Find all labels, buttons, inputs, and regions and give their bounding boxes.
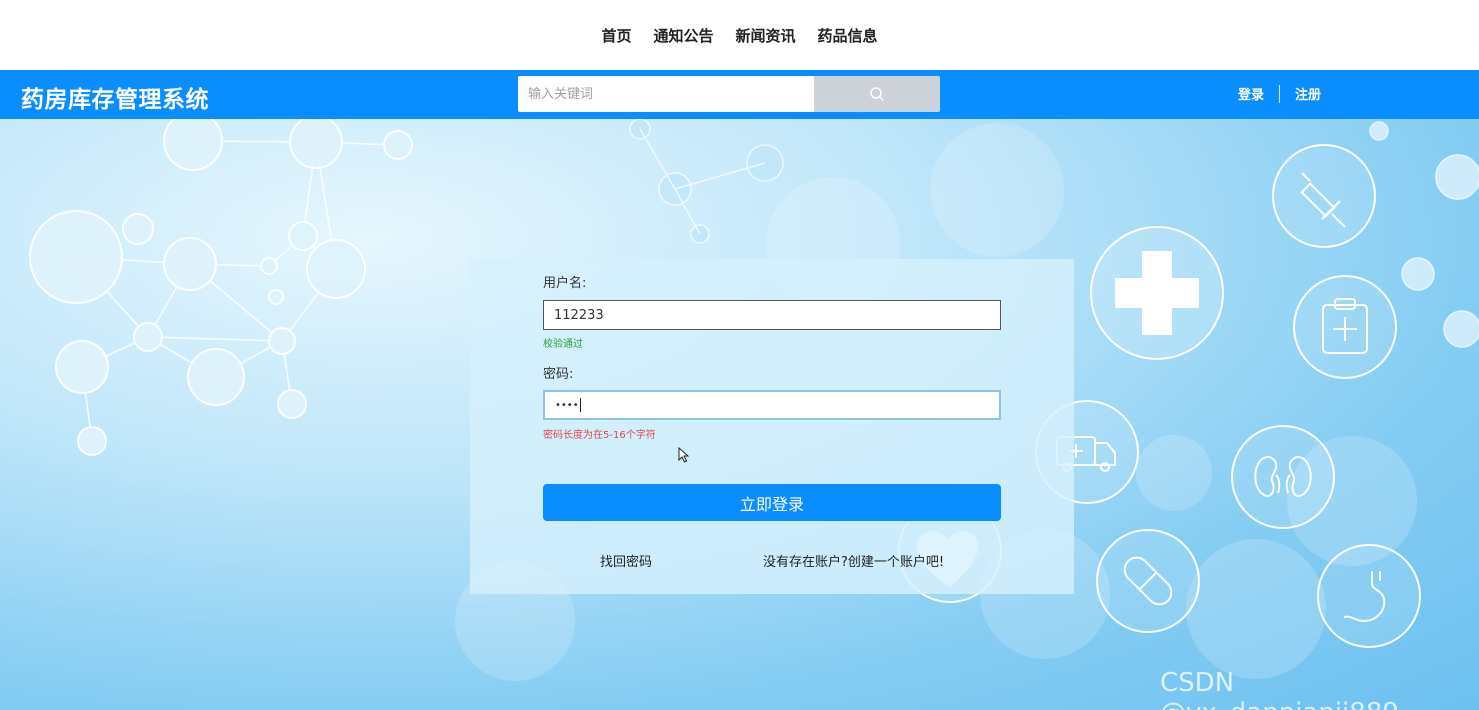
username-input[interactable]: 112233 — [543, 300, 1001, 330]
clipboard-icon — [1293, 275, 1397, 379]
kidney-icon — [1231, 425, 1335, 529]
site-title: 药房库存管理系统 — [21, 87, 209, 113]
login-submit-button[interactable]: 立即登录 — [543, 484, 1001, 521]
create-account-link[interactable]: 没有存在账户?创建一个账户吧! — [763, 551, 944, 570]
nav-drugs[interactable]: 药品信息 — [818, 25, 878, 46]
nav-news[interactable]: 新闻资讯 — [736, 25, 796, 46]
mouse-cursor-icon — [678, 447, 690, 463]
search-input[interactable] — [518, 76, 814, 112]
stomach-icon — [1317, 544, 1421, 648]
username-label: 用户名: — [543, 276, 587, 291]
login-link[interactable]: 登录 — [1238, 84, 1264, 103]
password-error: 密码长度为在5-16个字符 — [543, 430, 656, 441]
password-input[interactable]: •••• — [543, 390, 1001, 420]
syringe-icon — [1272, 144, 1376, 248]
watermark: CSDN @vx_danpianji889 — [1160, 668, 1399, 710]
login-panel: 用户名: 112233 校验通过 密码: •••• 密码长度为在5-16个字符 … — [470, 259, 1074, 594]
nav-home[interactable]: 首页 — [601, 25, 631, 46]
password-label: 密码: — [543, 367, 574, 382]
pill-icon — [1096, 529, 1200, 633]
auth-links: 登录 注册 — [1238, 84, 1321, 103]
username-status: 校验通过 — [543, 339, 583, 350]
password-mask: •••• — [555, 399, 579, 411]
molecule-right — [629, 119, 784, 244]
text-caret — [579, 398, 581, 412]
medical-cross-icon — [1090, 226, 1224, 360]
top-nav: 首页 通知公告 新闻资讯 药品信息 — [0, 0, 1479, 70]
nav-notices[interactable]: 通知公告 — [653, 25, 713, 46]
auth-divider — [1279, 84, 1281, 103]
header-bar: 药房库存管理系统 登录 注册 — [0, 70, 1479, 119]
search-button[interactable] — [814, 76, 940, 112]
search-icon — [870, 87, 884, 101]
forgot-password-link[interactable]: 找回密码 — [600, 551, 652, 570]
register-link[interactable]: 注册 — [1295, 84, 1321, 103]
